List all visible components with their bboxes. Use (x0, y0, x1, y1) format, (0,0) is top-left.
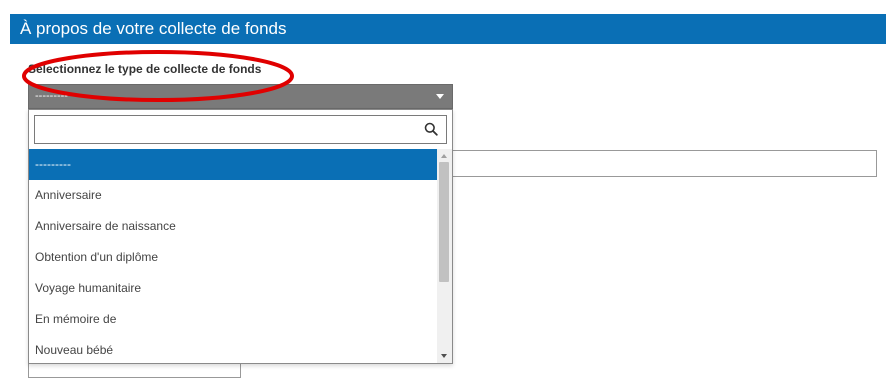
dropdown-option-obtention-diplome[interactable]: Obtention d'un diplôme (29, 242, 437, 273)
select-current-value: --------- (35, 90, 68, 102)
dropdown-scrollbar[interactable] (437, 149, 452, 363)
dropdown-option-anniversaire-naissance[interactable]: Anniversaire de naissance (29, 211, 437, 242)
fundraiser-type-label: Sélectionnez le type de collecte de fond… (28, 62, 262, 76)
dropdown-search-box[interactable] (34, 115, 447, 144)
dropdown-option-voyage-humanitaire[interactable]: Voyage humanitaire (29, 273, 437, 304)
scroll-down-arrow-icon[interactable] (441, 354, 447, 358)
dropdown-option-nouveau-bebe[interactable]: Nouveau bébé (29, 335, 437, 363)
dropdown-options-list: --------- Anniversaire Anniversaire de n… (29, 149, 437, 363)
chevron-down-icon (436, 94, 444, 99)
dropdown-search-input[interactable] (35, 116, 415, 143)
dropdown-option-empty[interactable]: --------- (29, 149, 437, 180)
section-title: À propos de votre collecte de fonds (20, 19, 287, 38)
fundraiser-type-dropdown: --------- Anniversaire Anniversaire de n… (28, 109, 453, 364)
background-text-input[interactable] (452, 150, 877, 177)
fundraiser-type-select[interactable]: --------- (28, 84, 453, 109)
scrollbar-thumb[interactable] (439, 162, 449, 282)
scroll-up-arrow-icon[interactable] (441, 154, 447, 158)
dropdown-option-anniversaire[interactable]: Anniversaire (29, 180, 437, 211)
search-icon (424, 122, 438, 136)
section-header: À propos de votre collecte de fonds (10, 14, 886, 44)
dropdown-option-en-memoire-de[interactable]: En mémoire de (29, 304, 437, 335)
